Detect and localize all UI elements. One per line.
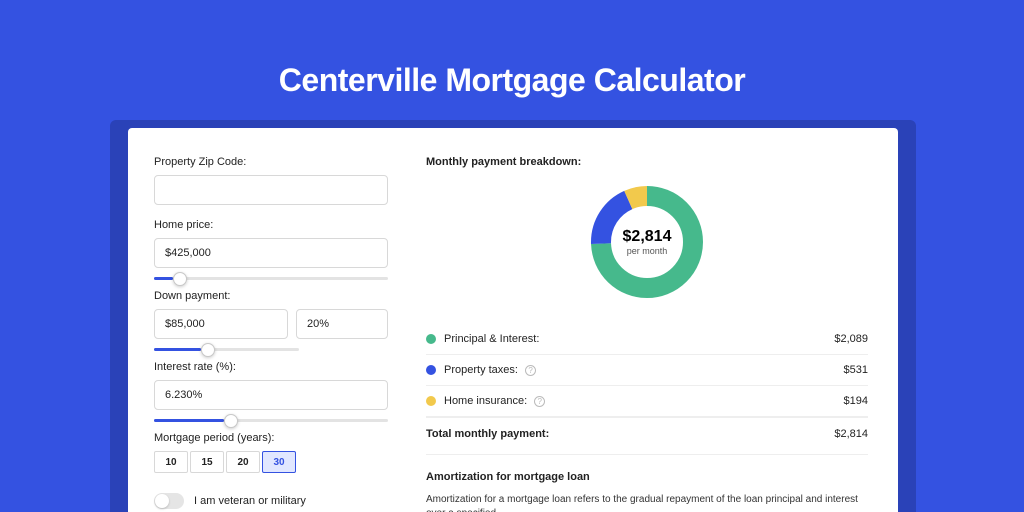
total-label: Total monthly payment: xyxy=(426,428,834,440)
down-payment-input[interactable] xyxy=(154,309,288,339)
home-price-slider-track xyxy=(154,277,388,280)
breakdown-label: Home insurance: ? xyxy=(444,395,844,407)
breakdown-column: Monthly payment breakdown: $2,814 per mo… xyxy=(408,128,898,512)
breakdown-label: Property taxes: ? xyxy=(444,364,844,376)
home-price-slider-thumb[interactable] xyxy=(173,272,187,286)
home-price-input[interactable] xyxy=(154,238,388,268)
breakdown-label: Principal & Interest: xyxy=(444,333,834,345)
period-options: 10 15 20 30 xyxy=(154,451,388,473)
page-root: Centerville Mortgage Calculator Property… xyxy=(0,0,1024,512)
zip-group: Property Zip Code: xyxy=(154,156,388,205)
total-value: $2,814 xyxy=(834,428,868,440)
breakdown-label-text: Property taxes: xyxy=(444,364,518,376)
breakdown-row-insurance: Home insurance: ? $194 xyxy=(426,386,868,417)
zip-label: Property Zip Code: xyxy=(154,156,388,168)
breakdown-label-text: Home insurance: xyxy=(444,395,527,407)
amortization-heading: Amortization for mortgage loan xyxy=(426,471,868,483)
donut-chart: $2,814 per month xyxy=(587,182,707,302)
breakdown-row-taxes: Property taxes: ? $531 xyxy=(426,355,868,386)
dot-icon xyxy=(426,396,436,406)
calculator-panel: Property Zip Code: Home price: Down paym… xyxy=(128,128,898,512)
veteran-toggle[interactable] xyxy=(154,493,184,509)
down-payment-pct-input[interactable] xyxy=(296,309,388,339)
breakdown-value: $531 xyxy=(844,364,868,376)
down-payment-slider-thumb[interactable] xyxy=(201,343,215,357)
interest-slider-fill xyxy=(154,419,224,422)
dot-icon xyxy=(426,365,436,375)
period-option-15[interactable]: 15 xyxy=(190,451,224,473)
breakdown-value: $2,089 xyxy=(834,333,868,345)
amortization-section: Amortization for mortgage loan Amortizat… xyxy=(426,454,868,512)
veteran-row: I am veteran or military xyxy=(154,493,388,509)
home-price-slider-fill xyxy=(154,277,173,280)
form-column: Property Zip Code: Home price: Down paym… xyxy=(128,128,408,512)
down-payment-row xyxy=(154,309,388,339)
info-icon[interactable]: ? xyxy=(525,365,536,376)
down-payment-slider-fill xyxy=(154,348,201,351)
period-label: Mortgage period (years): xyxy=(154,432,388,444)
down-payment-group: Down payment: xyxy=(154,290,388,347)
veteran-label: I am veteran or military xyxy=(194,495,306,507)
period-option-10[interactable]: 10 xyxy=(154,451,188,473)
page-title: Centerville Mortgage Calculator xyxy=(0,0,1024,99)
dot-icon xyxy=(426,334,436,344)
donut-center-amount: $2,814 xyxy=(623,228,672,246)
info-icon[interactable]: ? xyxy=(534,396,545,407)
zip-input[interactable] xyxy=(154,175,388,205)
interest-group: Interest rate (%): xyxy=(154,361,388,418)
period-option-30[interactable]: 30 xyxy=(262,451,296,473)
breakdown-row-principal: Principal & Interest: $2,089 xyxy=(426,324,868,355)
veteran-toggle-knob xyxy=(155,494,169,508)
amortization-text: Amortization for a mortgage loan refers … xyxy=(426,493,868,512)
interest-label: Interest rate (%): xyxy=(154,361,388,373)
donut-center-sub: per month xyxy=(623,246,672,256)
breakdown-heading: Monthly payment breakdown: xyxy=(426,156,868,168)
breakdown-total-row: Total monthly payment: $2,814 xyxy=(426,417,868,454)
period-option-20[interactable]: 20 xyxy=(226,451,260,473)
home-price-group: Home price: xyxy=(154,219,388,276)
donut-container: $2,814 per month xyxy=(426,182,868,302)
interest-input[interactable] xyxy=(154,380,388,410)
donut-center: $2,814 per month xyxy=(623,228,672,256)
down-payment-label: Down payment: xyxy=(154,290,388,302)
home-price-label: Home price: xyxy=(154,219,388,231)
period-group: Mortgage period (years): 10 15 20 30 xyxy=(154,432,388,473)
breakdown-value: $194 xyxy=(844,395,868,407)
interest-slider-thumb[interactable] xyxy=(224,414,238,428)
